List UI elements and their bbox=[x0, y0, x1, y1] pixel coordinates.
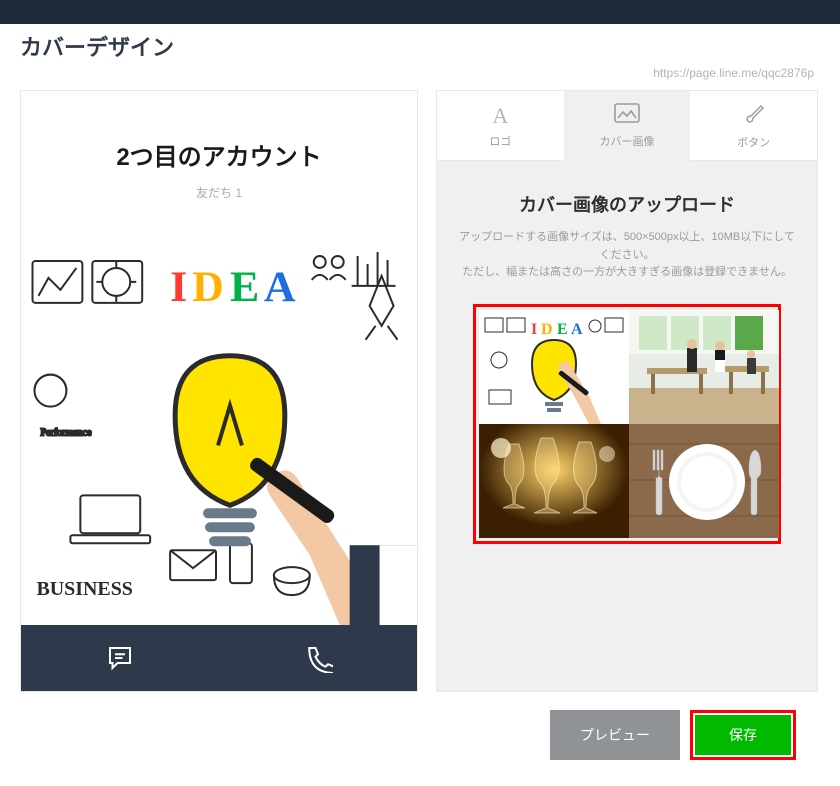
cover-thumbnails-grid: IDEA bbox=[479, 310, 775, 538]
svg-text:BUSINESS: BUSINESS bbox=[36, 578, 132, 600]
editor-panel: A ロゴ カバー画像 ボタン カバー画像のアップロード bbox=[436, 90, 818, 692]
svg-text:D: D bbox=[192, 263, 224, 311]
svg-text:A: A bbox=[571, 321, 583, 338]
cover-thumbnails-highlight: IDEA bbox=[473, 304, 781, 544]
svg-text:Performance: Performance bbox=[40, 428, 91, 439]
svg-text:A: A bbox=[264, 263, 296, 311]
action-buttons: プレビュー 保存 bbox=[20, 710, 796, 760]
svg-text:I: I bbox=[170, 263, 187, 311]
call-button[interactable] bbox=[219, 625, 417, 691]
tab-logo[interactable]: A ロゴ bbox=[437, 91, 564, 161]
preview-header: 2つ目のアカウント 友だち 1 bbox=[21, 91, 417, 246]
cover-image-preview: Performance BUSINESS bbox=[21, 246, 417, 625]
save-button[interactable]: 保存 bbox=[695, 715, 791, 755]
thumbnail-idea-doodle[interactable]: IDEA bbox=[479, 310, 629, 424]
friends-count: 友だち 1 bbox=[196, 184, 242, 201]
save-button-highlight: 保存 bbox=[690, 710, 796, 760]
brush-icon bbox=[743, 102, 765, 130]
upload-title: カバー画像のアップロード bbox=[459, 191, 795, 217]
svg-text:E: E bbox=[230, 263, 259, 311]
tab-cover-image[interactable]: カバー画像 bbox=[564, 91, 691, 161]
upload-desc-2: ただし、幅または高さの一方が大きすぎる画像は登録できません。 bbox=[459, 264, 795, 282]
page-title: カバーデザイン bbox=[20, 30, 820, 62]
thumbnail-plate-cutlery[interactable] bbox=[629, 424, 779, 538]
upload-desc-1: アップロードする画像サイズは、500×500px以上、10MB以下にしてください… bbox=[459, 229, 795, 264]
topbar bbox=[0, 0, 840, 24]
preview-button[interactable]: プレビュー bbox=[550, 710, 680, 760]
tab-button-label: ボタン bbox=[737, 134, 770, 150]
upload-area: カバー画像のアップロード アップロードする画像サイズは、500×500px以上、… bbox=[437, 161, 817, 564]
page-url-hint: https://page.line.me/qqc2876p bbox=[20, 66, 814, 80]
thumbnail-office-interior[interactable] bbox=[629, 310, 779, 424]
tab-button[interactable]: ボタン bbox=[690, 91, 817, 161]
tab-cover-label: カバー画像 bbox=[600, 133, 655, 149]
thumbnail-wine-glasses[interactable] bbox=[479, 424, 629, 538]
chat-button[interactable] bbox=[21, 625, 219, 691]
preview-panel: 2つ目のアカウント 友だち 1 bbox=[20, 90, 418, 692]
phone-icon bbox=[303, 643, 333, 673]
svg-text:D: D bbox=[541, 321, 553, 338]
editor-tabs: A ロゴ カバー画像 ボタン bbox=[437, 91, 817, 161]
chat-icon bbox=[105, 643, 135, 673]
tab-logo-label: ロゴ bbox=[489, 133, 511, 149]
svg-text:I: I bbox=[531, 321, 537, 338]
image-icon bbox=[614, 103, 640, 129]
text-a-icon: A bbox=[492, 103, 508, 129]
account-name: 2つ目のアカウント bbox=[116, 137, 321, 172]
preview-footer bbox=[21, 625, 417, 691]
svg-text:E: E bbox=[557, 321, 568, 338]
